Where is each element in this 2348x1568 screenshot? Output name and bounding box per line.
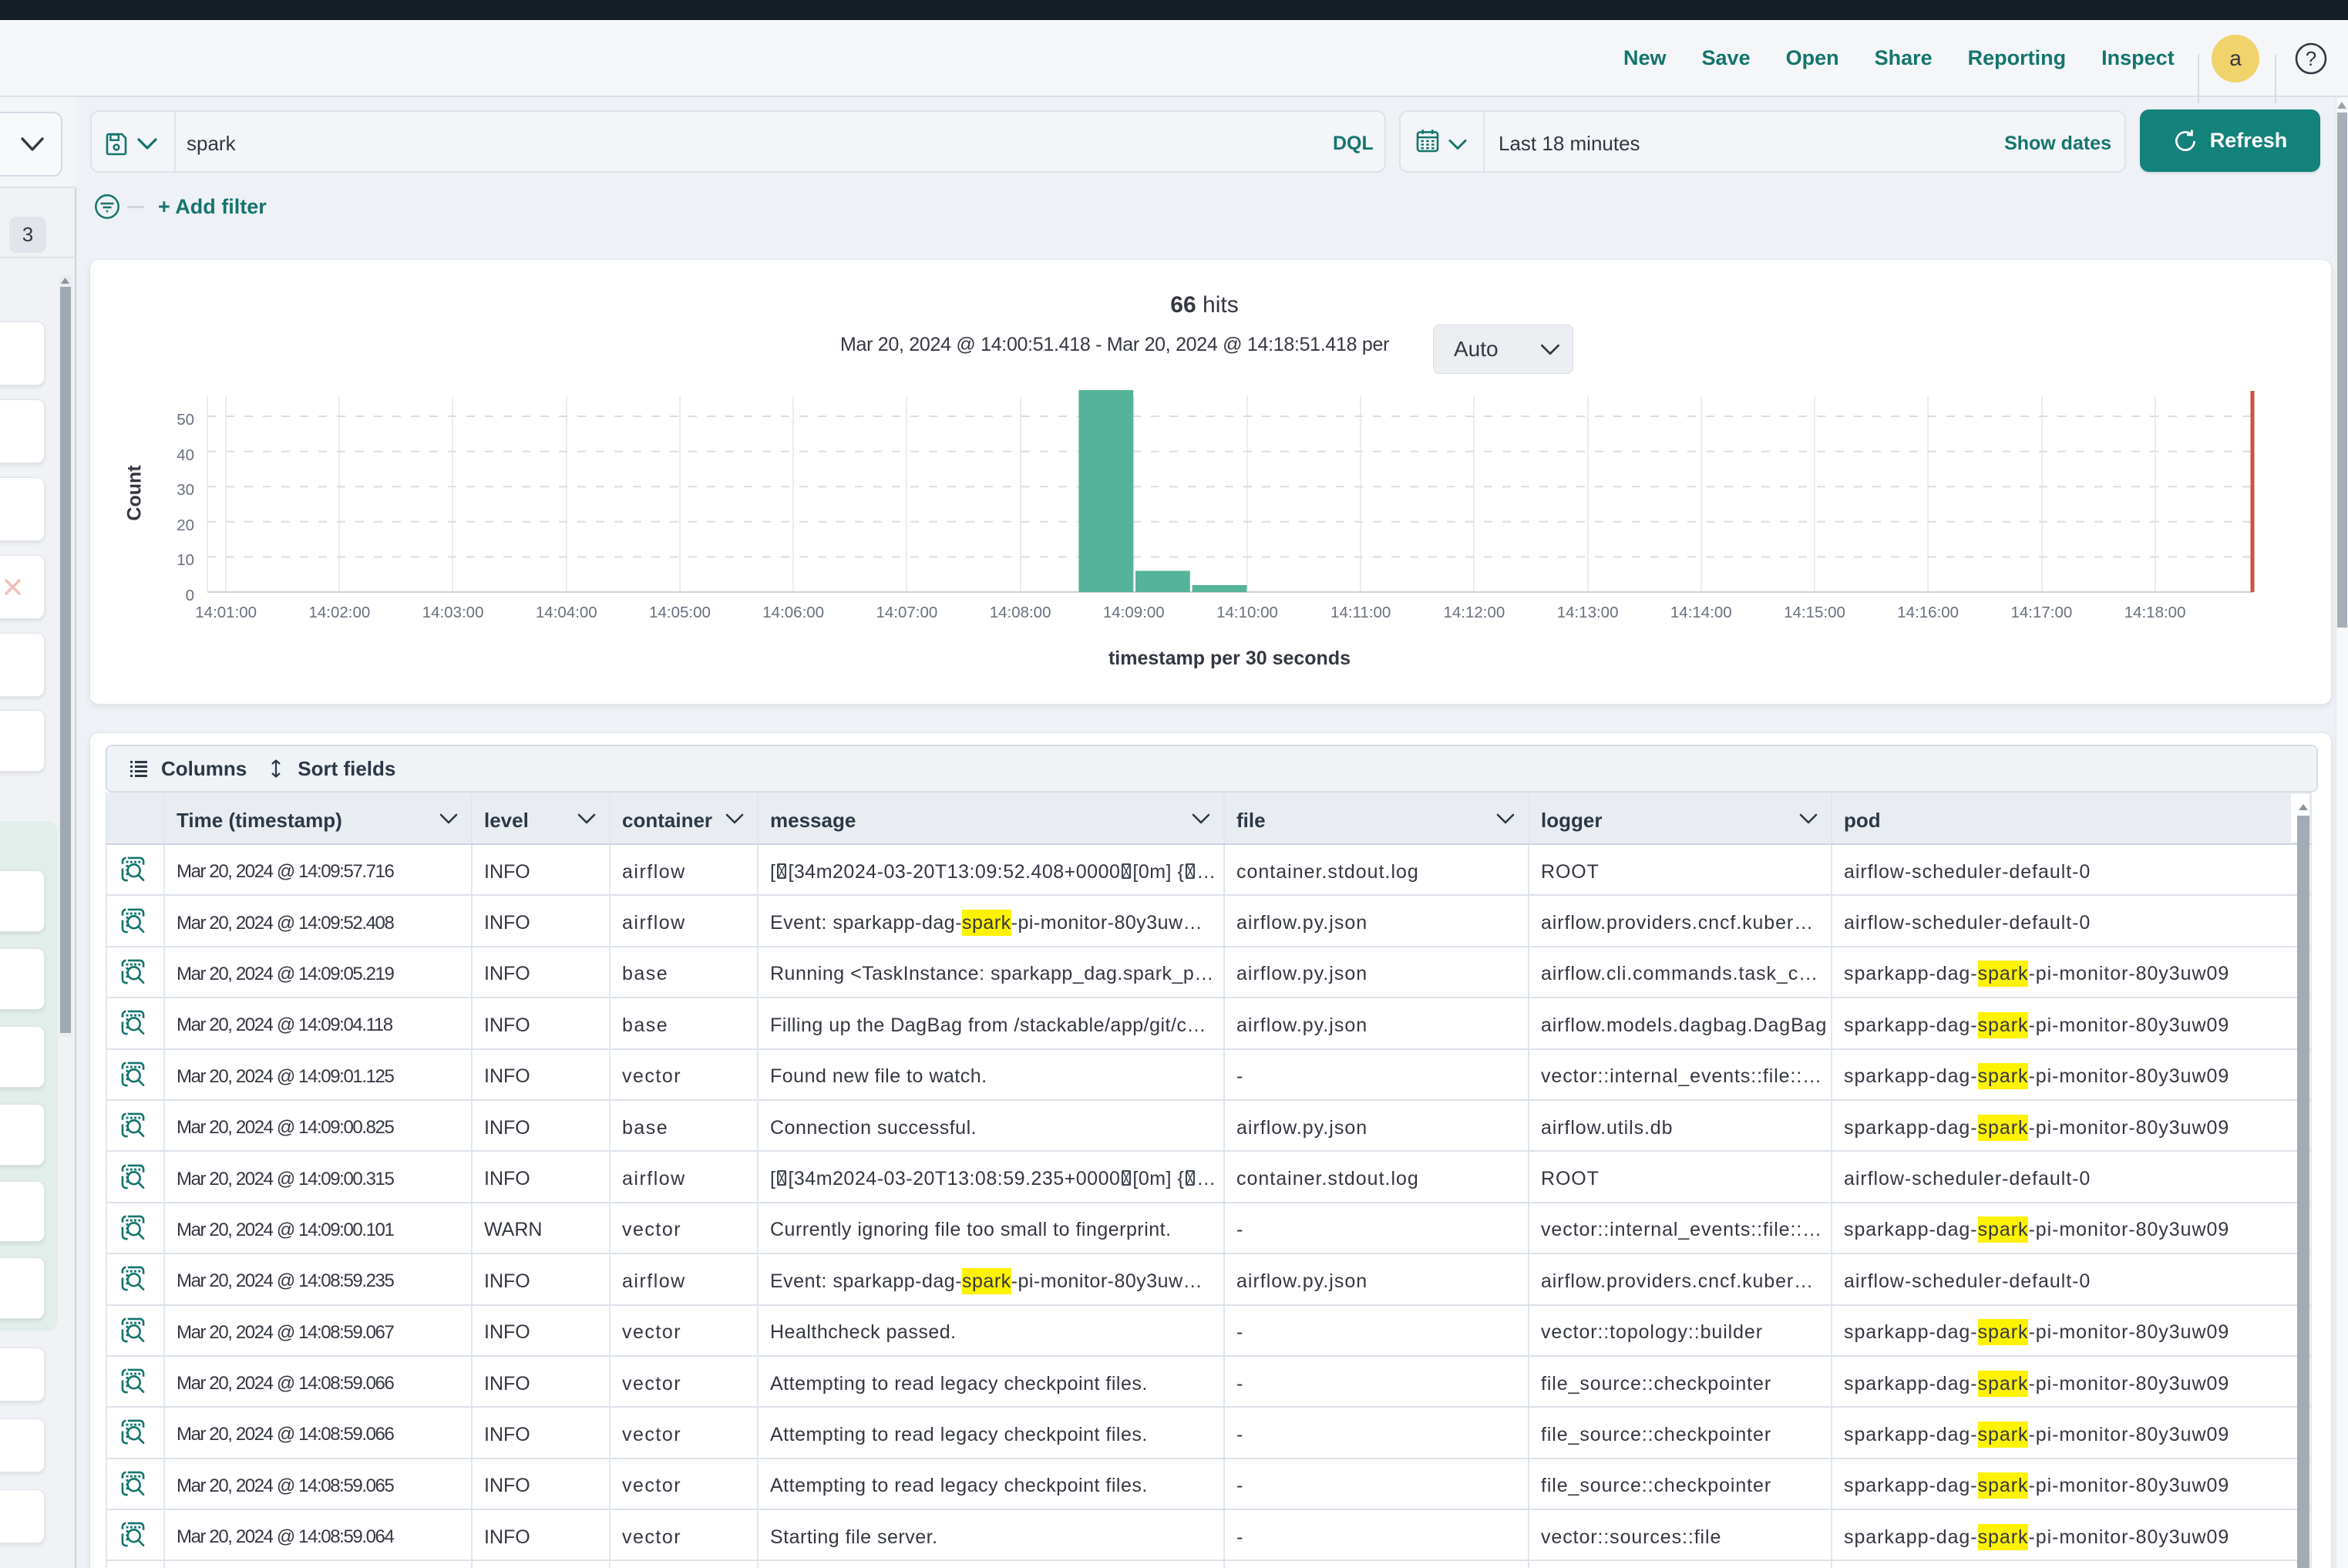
svg-text:?: ? xyxy=(2306,47,2316,70)
